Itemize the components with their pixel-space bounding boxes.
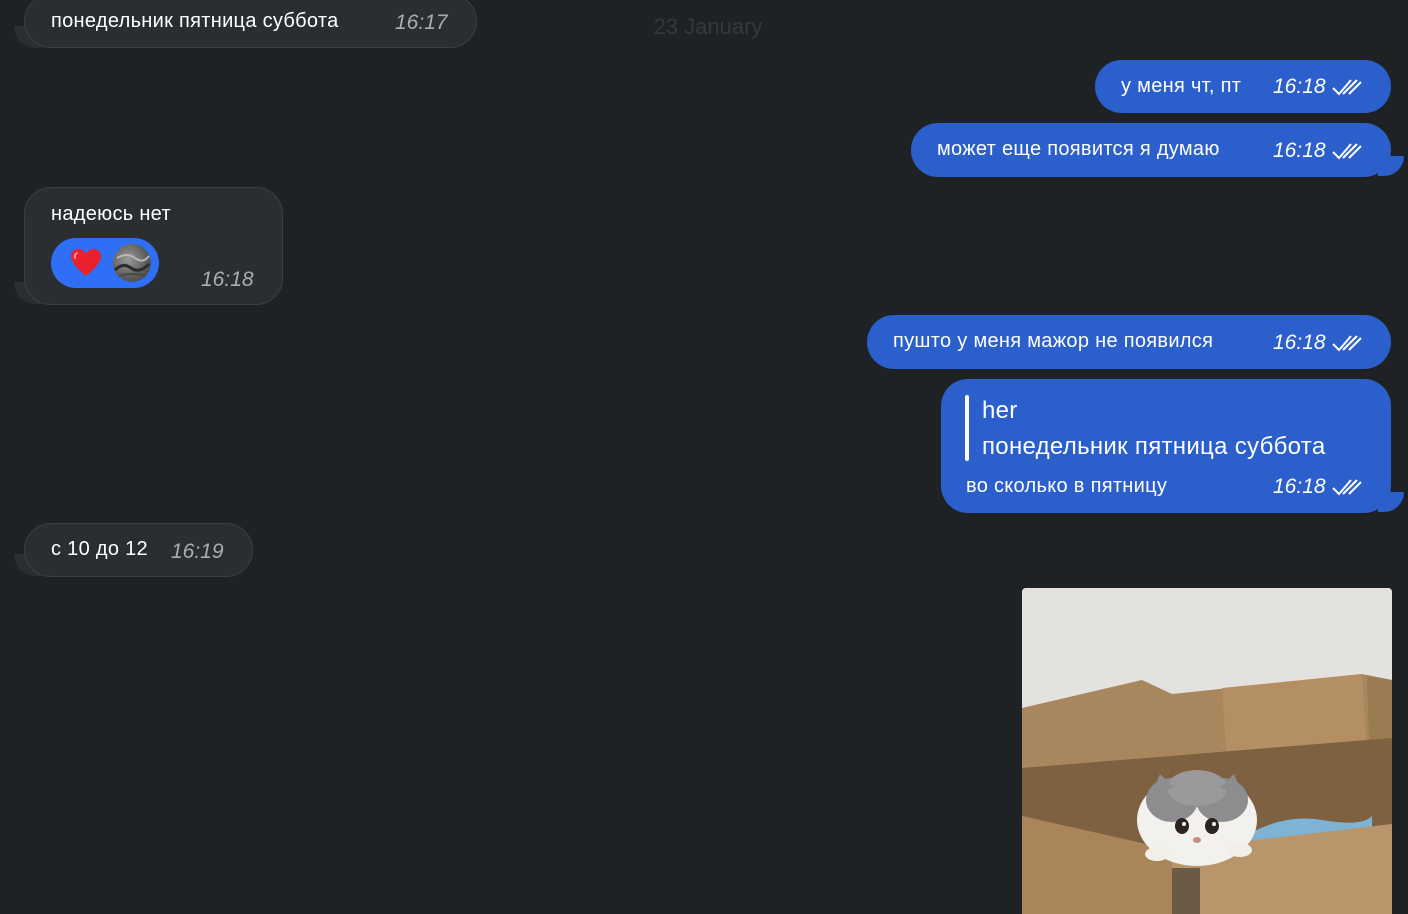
- reply-author[interactable]: her: [982, 397, 1018, 425]
- reply-quoted-text[interactable]: понедельник пятница суббота: [982, 433, 1325, 461]
- message-text: во сколько в пятницу: [966, 475, 1168, 497]
- message-text: у меня чт, пт: [1121, 75, 1242, 97]
- message-time: 16:18: [1273, 75, 1326, 98]
- message-bubble-outgoing[interactable]: пушто у меня мажор не появился 16:18: [867, 315, 1391, 369]
- message-text: может еще появится я думаю: [937, 138, 1220, 160]
- message-text: пушто у меня мажор не появился: [893, 330, 1214, 352]
- heart-icon: [71, 249, 101, 276]
- read-checkmarks-icon: [1332, 79, 1362, 96]
- read-checkmarks-icon: [1332, 479, 1362, 496]
- avatar-image: [113, 254, 151, 277]
- message-bubble-incoming[interactable]: понедельник пятница суббота 16:17: [24, 0, 477, 48]
- message-time: 16:18: [1273, 475, 1326, 498]
- read-checkmarks-icon: [1332, 143, 1362, 160]
- message-bubble-incoming[interactable]: надеюсь нет 16:18: [24, 187, 283, 305]
- message-time: 16:18: [1273, 139, 1326, 162]
- read-checkmarks-icon: [1332, 335, 1362, 352]
- reply-quote-bar: [965, 395, 969, 461]
- message-text: понедельник пятница суббота: [51, 10, 339, 32]
- message-bubble-outgoing[interactable]: может еще появится я думаю 16:18: [911, 123, 1391, 177]
- message-time: 16:18: [1273, 331, 1326, 354]
- message-bubble-outgoing-reply[interactable]: her понедельник пятница суббота во сколь…: [941, 379, 1391, 513]
- reaction-pill[interactable]: [51, 238, 159, 288]
- date-separator: 23 January: [640, 10, 776, 44]
- message-text: с 10 до 12: [51, 538, 148, 560]
- message-time: 16:18: [201, 268, 254, 291]
- message-bubble-incoming[interactable]: с 10 до 12 16:19: [24, 523, 253, 577]
- avatar: [113, 244, 151, 282]
- message-text: надеюсь нет: [51, 203, 171, 225]
- photo-image: [1022, 588, 1392, 914]
- kitten-photo[interactable]: [1022, 588, 1392, 914]
- message-time: 16:17: [395, 11, 448, 34]
- message-bubble-outgoing[interactable]: у меня чт, пт 16:18: [1095, 60, 1391, 113]
- message-time: 16:19: [171, 540, 224, 563]
